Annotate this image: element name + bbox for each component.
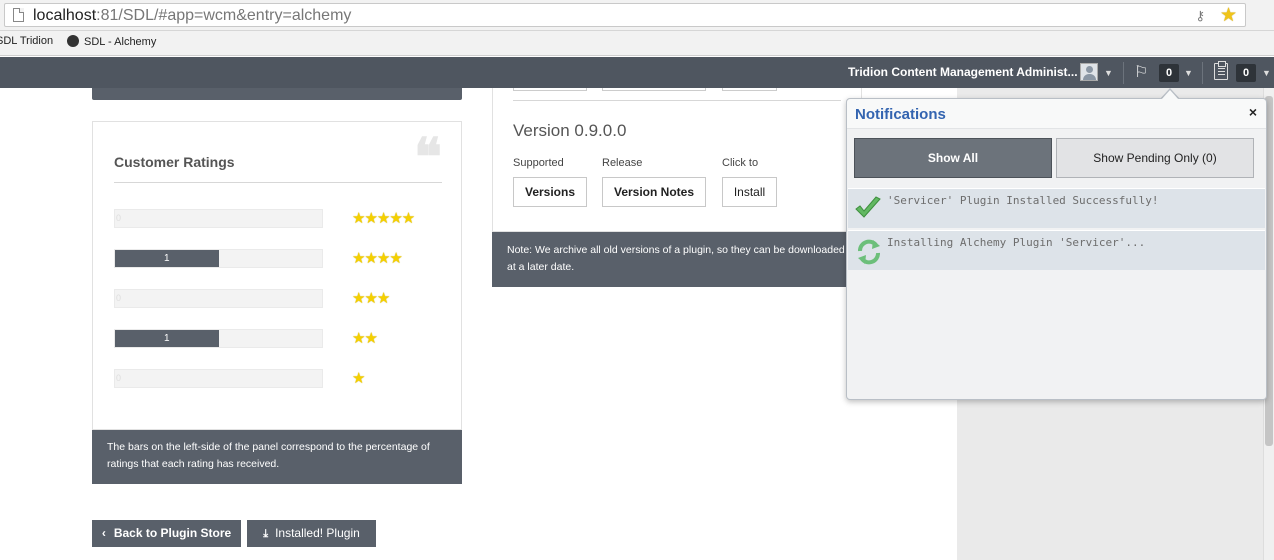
tasks-count-badge[interactable]: 0 [1236,64,1256,82]
divider [114,182,442,183]
back-button-label: Back to Plugin Store [113,526,232,540]
rating-count: 0 [116,293,122,303]
ratings-note: The bars on the left-side of the panel c… [92,430,462,484]
notifications-header: Notifications × [847,99,1266,129]
rating-bar-2-stars: 1 [114,329,323,348]
notification-text: 'Servicer' Plugin Installed Successfully… [887,194,1159,207]
bookmark-label: SDL - Alchemy [84,36,157,48]
five-stars-icon: ★★★★★ [352,210,415,227]
ratings-title: Customer Ratings [114,154,235,170]
notification-item[interactable]: 'Servicer' Plugin Installed Successfully… [848,188,1265,228]
user-menu-chevron-down-icon[interactable]: ▼ [1104,68,1113,78]
url-path: :81/SDL/#app=wcm&entry=alchemy [96,7,352,24]
download-icon: ⤓ [263,528,269,540]
rating-bar-3-stars: 0 [114,289,323,308]
installed-plugin-button[interactable]: ⤓ Installed! Plugin [247,520,376,547]
one-star-icon: ★ [352,370,365,387]
app-header: Tridion Content Management Administ... ▼… [0,57,1274,88]
page-icon [13,8,24,22]
previous-version-buttons [513,88,587,91]
show-all-button[interactable]: Show All [854,138,1052,178]
header-divider [1123,62,1124,84]
versions-button[interactable]: Versions [513,177,587,207]
notifications-title: Notifications [855,106,946,123]
alchemy-logo-icon [67,35,79,47]
notification-text: Installing Alchemy Plugin 'Servicer'... [887,236,1146,249]
close-icon[interactable]: × [1249,104,1257,120]
previous-version-buttons [602,88,706,91]
version-archive-note: Note: We archive all old versions of a p… [492,232,862,287]
version-title: Version 0.9.0.0 [513,121,627,140]
rating-bar-fill: 1 [115,250,219,267]
rating-bar-fill: 1 [115,330,219,347]
rating-count: 0 [116,373,122,383]
popover-arrow-inner [1161,90,1179,100]
install-button[interactable]: Install [722,177,777,207]
version-panel: Version 0.9.0.0 Supported Release Click … [492,88,862,232]
bookmark-sdl-alchemy[interactable]: SDL - Alchemy [67,35,156,48]
key-icon[interactable]: ⚷ [1195,8,1205,24]
url-field[interactable]: localhost:81/SDL/#app=wcm&entry=alchemy … [4,3,1246,27]
check-icon [855,196,881,218]
header-divider [1202,62,1203,84]
notifications-chevron-down-icon[interactable]: ▼ [1184,68,1193,78]
notifications-count-badge[interactable]: 0 [1159,64,1179,82]
url-host: localhost [33,7,97,24]
three-stars-icon: ★★★ [352,290,390,307]
version-notes-button[interactable]: Version Notes [602,177,706,207]
four-stars-icon: ★★★★ [352,250,403,267]
bookmark-label: SDL Tridion [0,35,54,47]
rating-bar-4-stars: 1 [114,249,323,268]
user-name[interactable]: Tridion Content Management Administ... [848,65,1078,79]
bookmark-sdl-tridion[interactable]: SDL Tridion [0,35,53,47]
two-stars-icon: ★★ [352,330,378,347]
rating-bar-5-stars: 0 [114,209,323,228]
panel-footer-stub [92,88,462,100]
bookmarks-bar: SDL Tridion SDL - Alchemy [0,31,1274,56]
refresh-icon [858,239,880,265]
bookmark-star-icon[interactable]: ★ [1220,4,1237,27]
show-pending-only-button[interactable]: Show Pending Only (0) [1056,138,1254,178]
tasks-chevron-down-icon[interactable]: ▼ [1262,68,1271,78]
click-to-label: Click to [722,157,759,169]
quote-icon: ❝ [414,127,442,188]
notification-item[interactable]: Installing Alchemy Plugin 'Servicer'... [848,230,1265,270]
avatar[interactable] [1080,63,1098,81]
customer-ratings-panel: Customer Ratings ❝ 0 ★★★★★ 1 ★★★★ 0 ★★★ … [92,121,462,430]
supported-label: Supported [513,157,564,169]
notifications-popover: Notifications × Show All Show Pending On… [846,98,1267,400]
url-text: localhost:81/SDL/#app=wcm&entry=alchemy [33,7,351,25]
divider [513,100,841,101]
flag-icon[interactable]: ⚐ [1134,62,1148,82]
browser-address-bar: localhost:81/SDL/#app=wcm&entry=alchemy … [0,0,1274,31]
release-label: Release [602,157,643,169]
previous-version-buttons [722,88,777,91]
clipboard-icon[interactable] [1214,61,1228,80]
back-to-plugin-store-button[interactable]: ‹ Back to Plugin Store [92,520,241,547]
installed-button-label: Installed! Plugin [275,526,360,540]
chevron-left-icon: ‹ [101,526,106,540]
rating-count: 0 [116,213,122,223]
rating-bar-1-star: 0 [114,369,323,388]
